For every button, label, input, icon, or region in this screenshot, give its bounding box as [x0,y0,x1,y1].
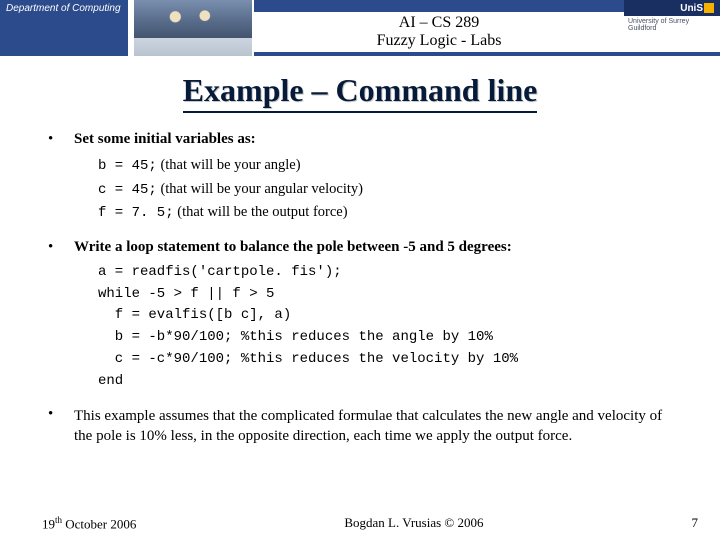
content: • Set some initial variables as: b = 45;… [0,113,720,540]
header-logo-block: UniS University of Surrey Guildford [624,0,720,56]
header-stripe-bottom [254,52,624,56]
footer-author: Bogdan L. Vrusias © 2006 [344,515,483,532]
header-middle: AI – CS 289 Fuzzy Logic - Labs [254,0,624,56]
logo-text: UniS [680,3,703,14]
university-name: University of Surrey Guildford [624,16,720,52]
code-line: end [98,371,672,393]
slide-title: Example – Command line [183,72,538,113]
bullet-lead: Write a loop statement to balance the po… [74,239,672,256]
slide: Department of Computing AI – CS 289 Fuzz… [0,0,720,540]
logo-square-icon [704,3,714,13]
title-wrap: Example – Command line [0,72,720,113]
department-label: Department of Computing [6,3,121,14]
footer-page: 7 [691,515,698,532]
university-logo: UniS [624,0,720,16]
bullet-item: • Write a loop statement to balance the … [48,239,672,392]
header-stripe-top [254,0,624,12]
course-subtitle: Fuzzy Logic - Labs [377,32,502,50]
bullet-marker: • [48,131,74,225]
header-stripe-right [624,52,720,56]
footer-date: 19th October 2006 [42,515,136,532]
header-title-block: AI – CS 289 Fuzzy Logic - Labs [254,12,624,52]
code-line: c = 45; (that will be your angular veloc… [98,178,672,202]
bullet-marker: • [48,406,74,447]
course-code: AI – CS 289 [399,14,479,32]
code-line: f = evalfis([b c], a) [98,305,672,327]
footer: 19th October 2006 Bogdan L. Vrusias © 20… [0,515,720,532]
code-line: f = 7. 5; (that will be the output force… [98,201,672,225]
code-line: a = readfis('cartpole. fis'); [98,262,672,284]
code-line: c = -c*90/100; %this reduces the velocit… [98,349,672,371]
header-photo [134,0,254,56]
bullet-item: • Set some initial variables as: b = 45;… [48,131,672,225]
code-line: while -5 > f || f > 5 [98,284,672,306]
bullet-paragraph: This example assumes that the complicate… [74,406,672,447]
department-block: Department of Computing [0,0,128,56]
bullet-lead: Set some initial variables as: [74,131,672,148]
bullet-item: • This example assumes that the complica… [48,406,672,447]
header: Department of Computing AI – CS 289 Fuzz… [0,0,720,56]
code-block: a = readfis('cartpole. fis'); while -5 >… [98,262,672,392]
code-block: b = 45; (that will be your angle) c = 45… [98,154,672,225]
code-line: b = 45; (that will be your angle) [98,154,672,178]
code-line: b = -b*90/100; %this reduces the angle b… [98,327,672,349]
bullet-marker: • [48,239,74,392]
